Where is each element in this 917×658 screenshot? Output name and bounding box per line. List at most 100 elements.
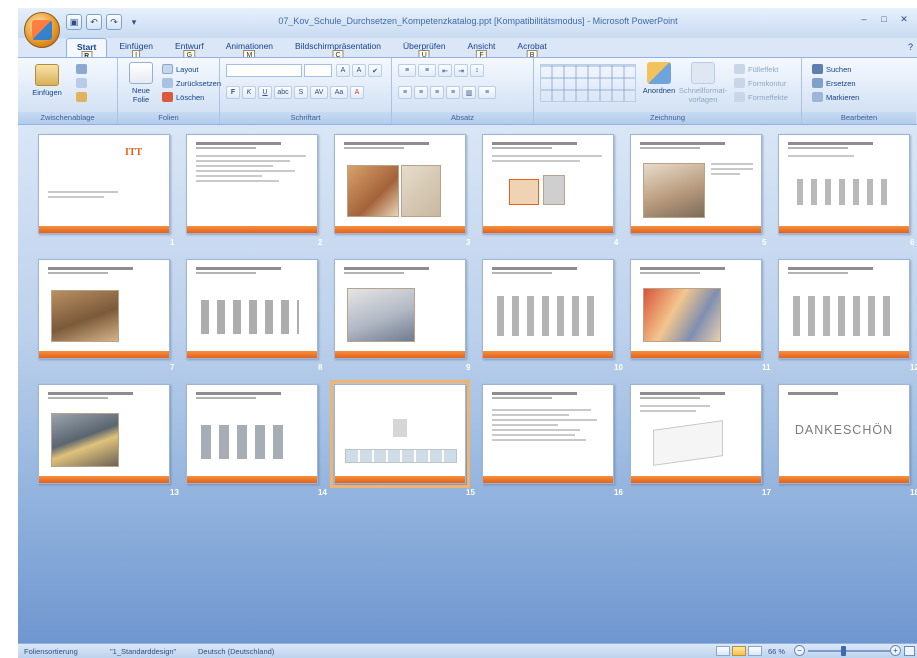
slide-thumbnail[interactable] [334,259,466,359]
ribbon-tabs: StartR EinfügenI EntwurfG AnimationenM B… [66,38,557,62]
zoom-level[interactable]: 66 % [768,647,785,656]
help-icon[interactable]: ? [908,42,913,52]
slide-photo [51,413,119,467]
align-center-button[interactable]: ≡ [414,86,428,99]
layout-button[interactable]: Layout [162,64,199,74]
columns-button[interactable]: ▥ [462,86,476,99]
fit-to-window-button[interactable] [904,646,915,656]
slide-number: 3 [466,238,471,247]
grow-font-button[interactable]: A [336,64,350,77]
slide-thumbnail[interactable] [186,259,318,359]
zoom-in-button[interactable]: + [890,645,901,656]
office-button[interactable] [24,12,60,48]
find-button[interactable]: Suchen [812,64,851,74]
slide-thumbnail[interactable] [778,134,910,234]
slide-thumbnail[interactable] [482,384,614,484]
quick-styles-button[interactable]: Schnellformat-vorlagen [678,62,728,104]
paste-button[interactable]: Einfügen [28,64,66,97]
select-button[interactable]: Markieren [812,92,859,102]
binoculars-icon [812,64,823,74]
font-family-select[interactable] [226,64,302,77]
slide-thumbnail[interactable] [186,134,318,234]
tab-animationen[interactable]: Animationen M [216,38,283,61]
bullets-button[interactable]: ≡ [398,64,416,77]
maximize-button[interactable]: □ [875,12,893,26]
font-color-button[interactable]: A [350,86,364,99]
copy-button[interactable] [76,78,87,88]
zoom-out-button[interactable]: − [794,645,805,656]
spacing-button[interactable]: AV [310,86,328,99]
tab-einfuegen[interactable]: Einfügen I [109,38,163,61]
numbering-button[interactable]: ≡ [418,64,436,77]
slide-photo [51,290,119,342]
tab-bildschirmpraesentation[interactable]: Bildschirmpräsentation C [285,38,391,61]
quick-access-toolbar: ▣ ↶ ↷ ▾ [66,14,142,30]
slide-thumbnail[interactable] [38,384,170,484]
font-size-select[interactable] [304,64,332,77]
slide-thumbnail[interactable] [630,259,762,359]
text-direction-button[interactable]: ≡ [478,86,496,99]
justify-button[interactable]: ≡ [446,86,460,99]
decrease-indent-button[interactable]: ⇤ [438,64,452,77]
arrange-button[interactable]: Anordnen [643,62,675,95]
customize-toolbar-icon[interactable]: ▾ [126,14,142,30]
tab-ueberpruefen[interactable]: Überprüfen Ü [393,38,456,61]
align-left-button[interactable]: ≡ [398,86,412,99]
shrink-font-button[interactable]: A [352,64,366,77]
cut-button[interactable] [76,64,87,74]
tab-acrobat[interactable]: Acrobat B [507,38,556,61]
tab-entwurf[interactable]: Entwurf G [165,38,214,61]
slide-thumbnail[interactable] [778,259,910,359]
paragraph-tools-row1: ≡ ≡ ⇤ ⇥ ↕ [398,64,484,77]
save-icon[interactable]: ▣ [66,14,82,30]
slide-cell-6: 6 [778,134,917,252]
slide-thumbnail[interactable] [482,259,614,359]
line-spacing-button[interactable]: ↕ [470,64,484,77]
italic-button[interactable]: K [242,86,256,99]
redo-icon[interactable]: ↷ [106,14,122,30]
zoom-slider-thumb[interactable] [841,646,846,656]
delete-slide-button[interactable]: Löschen [162,92,204,102]
slide-thumbnail[interactable] [334,134,466,234]
tab-ansicht[interactable]: Ansicht F [458,38,506,61]
shape-outline-button[interactable]: Formkontur [734,78,786,88]
shadow-button[interactable]: S [294,86,308,99]
group-label-clipboard: Zwischenablage [18,112,117,124]
slide-thumbnail[interactable] [482,134,614,234]
shape-fill-button[interactable]: Fülleffekt [734,64,778,74]
fill-icon [734,64,745,74]
slide-thumbnail[interactable] [186,384,318,484]
increase-indent-button[interactable]: ⇥ [454,64,468,77]
replace-button[interactable]: Ersetzen [812,78,856,88]
underline-button[interactable]: U [258,86,272,99]
format-painter-button[interactable] [76,92,87,102]
clear-format-button[interactable]: ✔ [368,64,382,77]
change-case-button[interactable]: Aa [330,86,348,99]
group-slides: Neue Folie Layout Zurücksetzen Löschen F… [118,58,221,124]
slide-thumbnail-selected[interactable] [330,380,470,488]
view-buttons [716,646,762,656]
slide-cell-18: DANKESCHÖN 18 [778,384,917,502]
reset-button[interactable]: Zurücksetzen [162,78,221,88]
new-slide-button[interactable]: Neue Folie [124,62,158,104]
shape-effects-button[interactable]: Formeffekte [734,92,788,102]
status-language[interactable]: Deutsch (Deutschland) [198,647,274,656]
slide-thumbnail[interactable]: DANKESCHÖN [778,384,910,484]
normal-view-button[interactable] [716,646,730,656]
align-right-button[interactable]: ≡ [430,86,444,99]
minimize-button[interactable]: – [855,12,873,26]
slideshow-view-button[interactable] [748,646,762,656]
shapes-gallery[interactable] [540,64,636,102]
undo-icon[interactable]: ↶ [86,14,102,30]
zoom-slider[interactable] [808,650,893,652]
slide-thumbnail[interactable] [630,384,762,484]
slide-thumbnail[interactable]: ITT [38,134,170,234]
tab-start[interactable]: StartR [66,38,108,62]
window-controls: – □ ✕ [855,12,913,26]
strikethrough-button[interactable]: abc [274,86,292,99]
bold-button[interactable]: F [226,86,240,99]
close-button[interactable]: ✕ [895,12,913,26]
slide-thumbnail[interactable] [630,134,762,234]
slide-thumbnail[interactable] [38,259,170,359]
slide-sorter-view-button[interactable] [732,646,746,656]
